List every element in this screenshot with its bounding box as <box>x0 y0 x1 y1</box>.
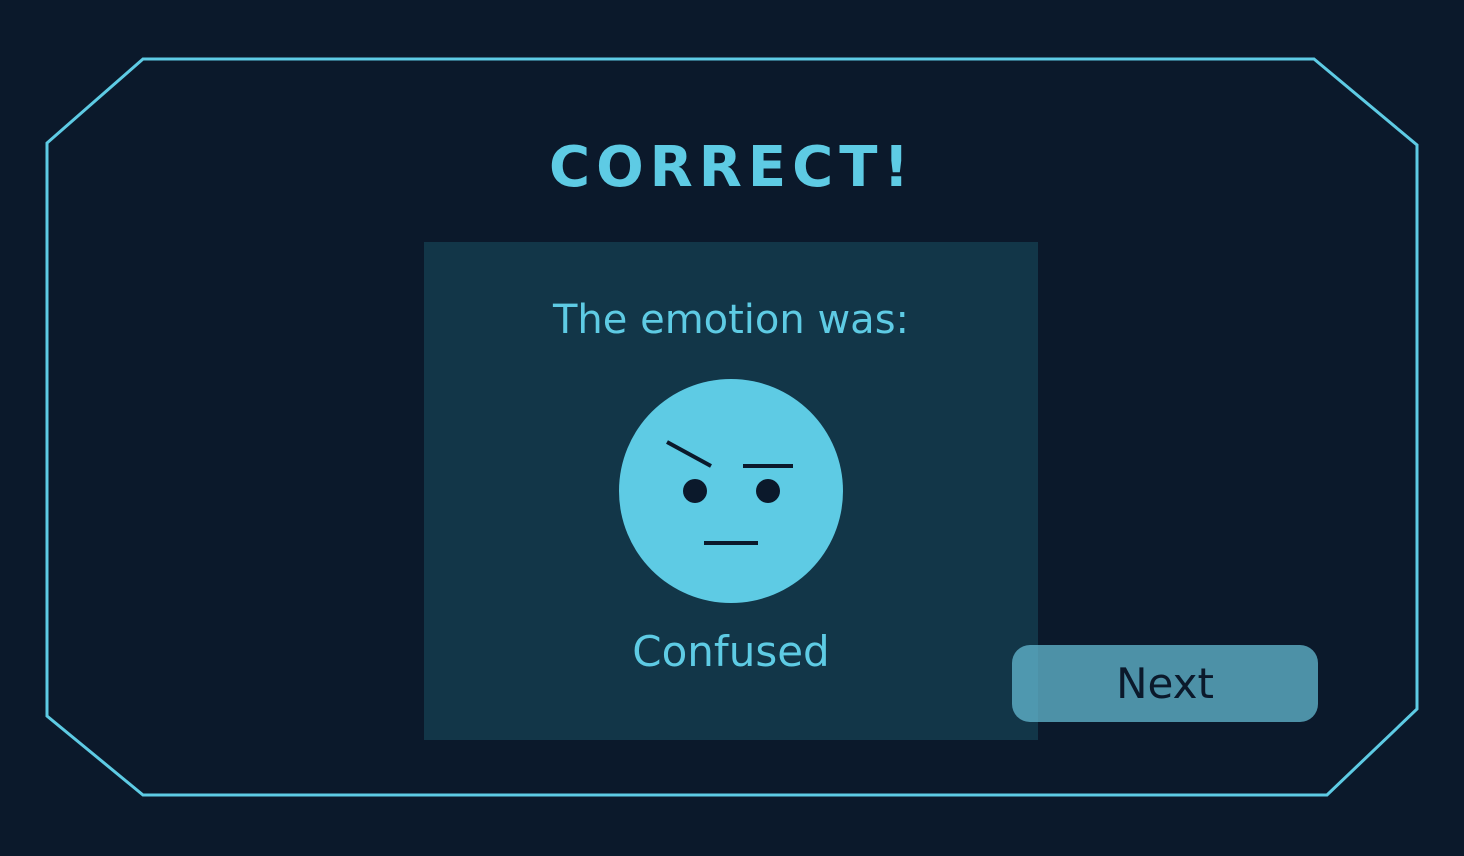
emotion-card: The emotion was: Confused <box>424 242 1038 740</box>
right-eye <box>756 479 780 503</box>
game-screen: CORRECT! The emotion was: Confused Next <box>0 0 1464 856</box>
left-eye <box>683 479 707 503</box>
confused-face-icon <box>619 379 843 603</box>
result-title: CORRECT! <box>548 135 916 200</box>
emotion-name: Confused <box>632 627 830 676</box>
next-button[interactable]: Next <box>1012 645 1318 722</box>
emotion-prompt: The emotion was: <box>552 297 910 343</box>
face-circle <box>619 379 843 603</box>
